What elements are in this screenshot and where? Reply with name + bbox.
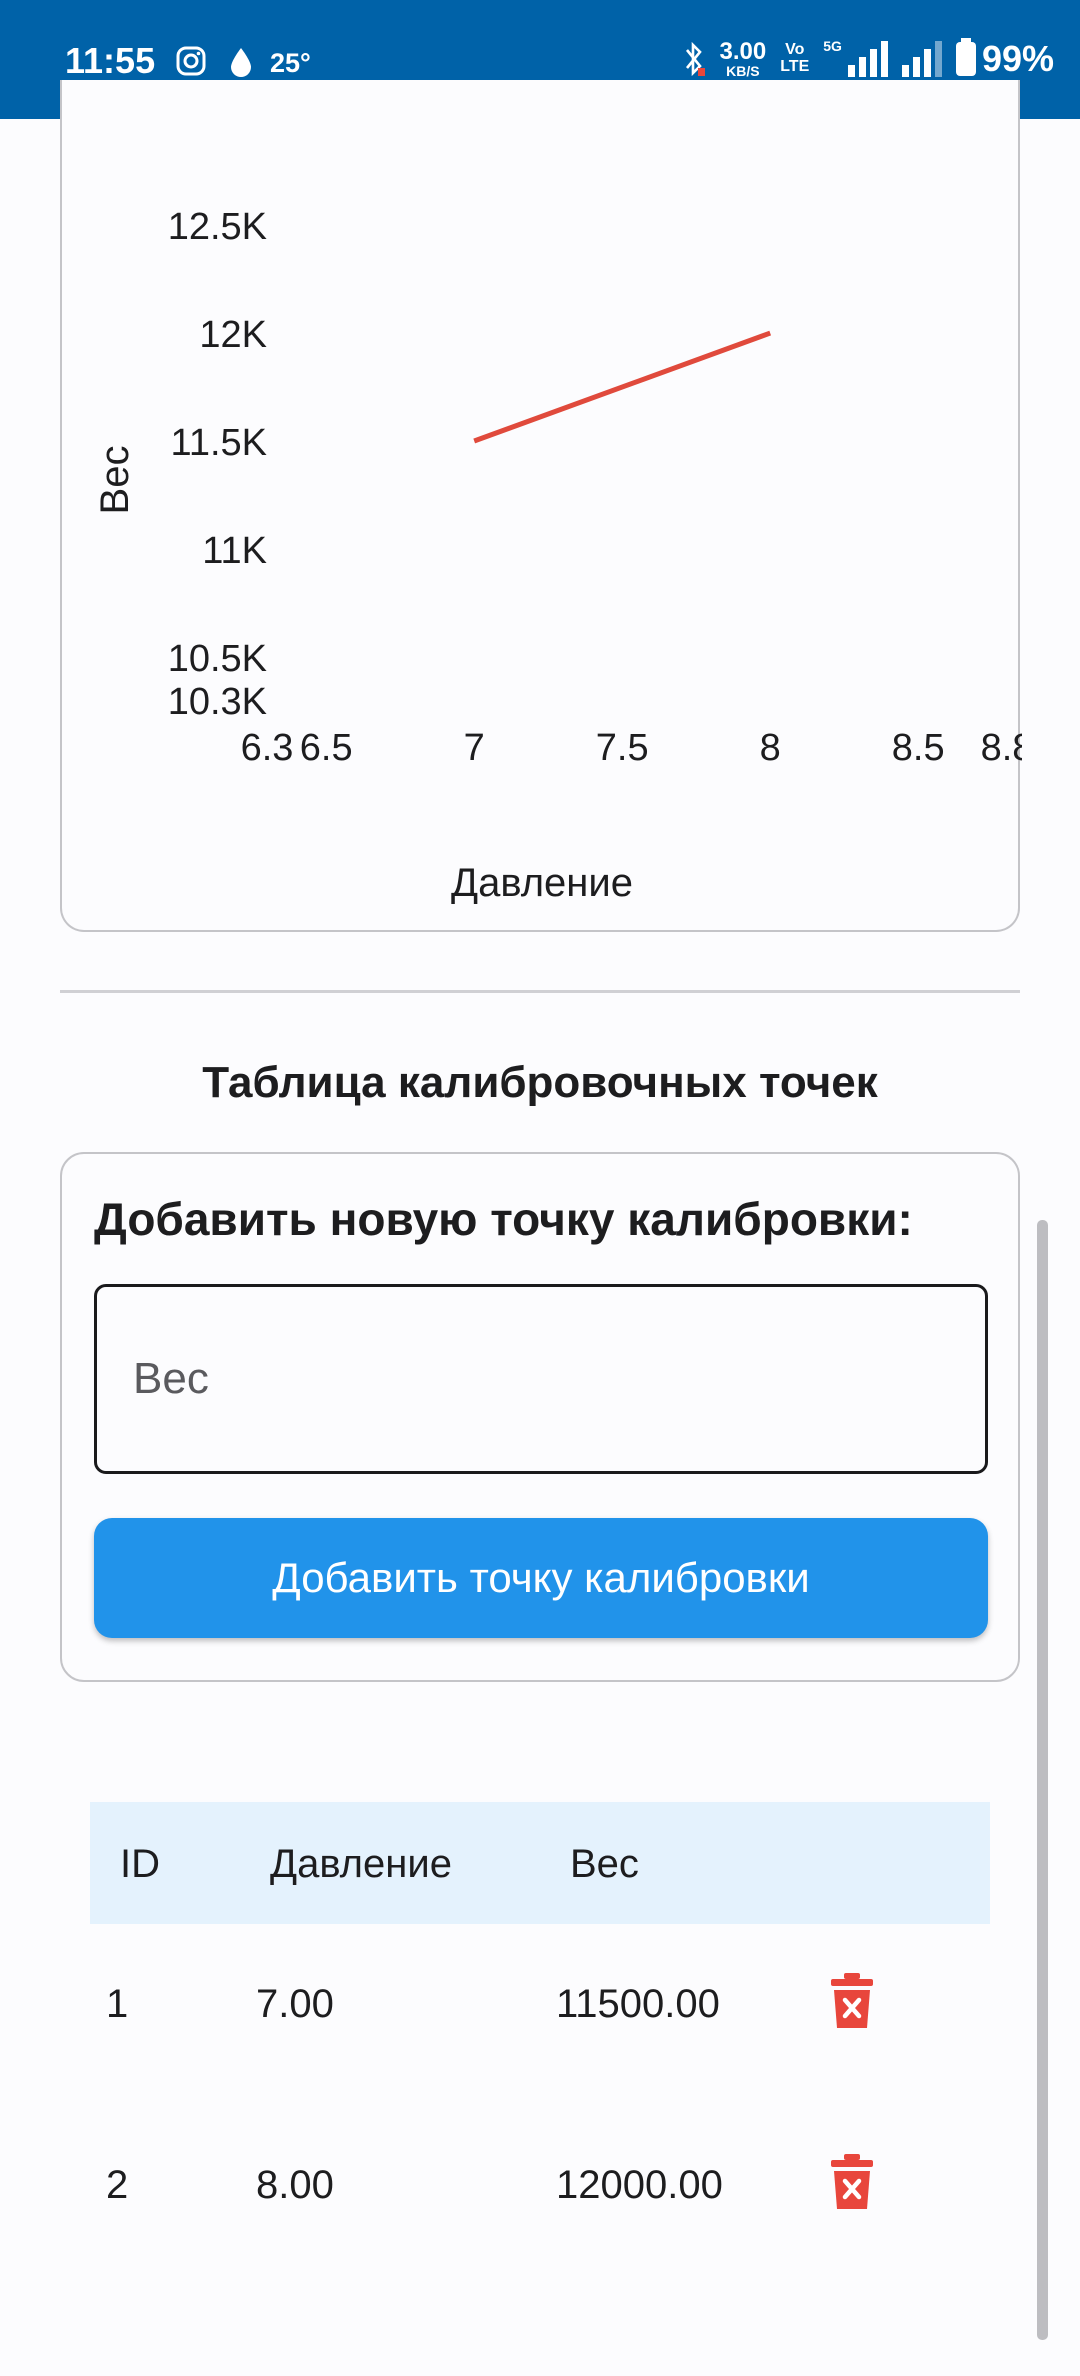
status-time: 11:55 [65, 40, 156, 81]
x-tick-label: 8 [760, 727, 781, 769]
x-axis-label: Давление [451, 861, 633, 905]
battery-icon [955, 38, 976, 76]
signal-icon-2 [901, 41, 942, 77]
delete-icon[interactable] [830, 1972, 874, 2030]
table-row: 2 8.00 12000.00 [90, 2105, 990, 2286]
drop-icon [231, 48, 251, 77]
row-weight: 12000.00 [556, 2163, 723, 2207]
add-point-title: Добавить новую точку калибровки: [94, 1193, 913, 1245]
row-id: 1 [106, 1982, 129, 2026]
y-tick-label: 11K [202, 530, 267, 572]
y-tick-label: 12K [199, 314, 267, 356]
x-tick-label: 7.5 [596, 727, 649, 769]
volte-indicator: Vo LTE [780, 41, 810, 76]
speed-unit: KB/S [726, 63, 760, 79]
y-axis-label: Вес [93, 446, 137, 515]
network-speed: 3.00 KB/S [719, 38, 767, 79]
volte-top: Vo [785, 41, 805, 59]
table-row: 1 7.00 11500.00 [90, 1924, 990, 2105]
network-type: 5G [823, 38, 842, 54]
chart-card: 12.5K 12K 11.5K 11K 10.5K 10.3K 6.3 6.5 7 7.5 8 8.… [60, 80, 1022, 932]
header-pressure: Давление [270, 1842, 452, 1886]
add-point-card: Добавить новую точку калибровки: Добавит… [60, 1152, 1020, 1682]
delete-icon[interactable] [830, 2153, 874, 2211]
row-weight: 11500.00 [556, 1982, 720, 2026]
series-line [473, 330, 772, 444]
row-pressure: 8.00 [256, 2163, 334, 2207]
section-divider [60, 990, 1020, 993]
calibration-table: ID Давление Вес 1 7.00 11500.00 2 8.00 1… [90, 1802, 990, 2286]
status-temperature: 25° [270, 48, 311, 78]
calibration-chart: 12.5K 12K 11.5K 11K 10.5K10.3K 6.3 6.5 7 7.5 8 8.… [93, 206, 1022, 905]
header-id: ID [120, 1842, 160, 1886]
row-id: 2 [106, 2163, 129, 2207]
weight-input[interactable] [94, 1284, 988, 1474]
battery-status: 99% [955, 38, 1054, 80]
status-right-cluster: 3.00 KB/S Vo LTE 5G 99% [682, 38, 1054, 80]
x-tick-label: 6.5 [300, 727, 353, 769]
y-tick-label: 12.5K [168, 206, 267, 248]
signal-icon [847, 41, 888, 77]
bluetooth-icon [685, 41, 705, 77]
speed-value: 3.00 [719, 38, 767, 65]
volte-bottom: LTE [780, 58, 810, 75]
scrollbar[interactable] [1037, 1220, 1048, 2340]
x-tick-label: 6.3 [241, 727, 294, 769]
x-tick-label: 8.5 [892, 727, 945, 769]
row-pressure: 7.00 [256, 1982, 334, 2026]
header-weight: Вес [570, 1842, 639, 1886]
x-tick-label: 8.8 [981, 727, 1022, 769]
instagram-icon [176, 46, 206, 76]
y-tick-label: 10.5K [168, 638, 267, 680]
table-section-title: Таблица калибровочных точек [202, 1058, 878, 1107]
y-tick-label: 11.5K [171, 422, 267, 464]
x-tick-label: 7 [464, 727, 485, 769]
table-header: ID Давление Вес [90, 1802, 990, 1924]
add-calibration-point-button[interactable]: Добавить точку калибровки [94, 1518, 988, 1638]
y-tick-label: 10.3K [168, 681, 267, 723]
battery-percent: 99% [981, 38, 1054, 79]
